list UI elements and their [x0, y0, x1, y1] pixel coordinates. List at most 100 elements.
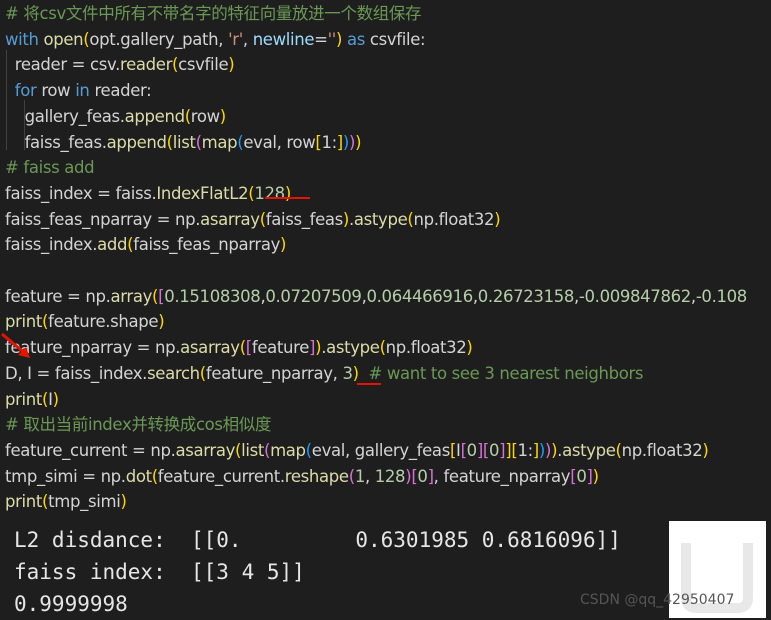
code-token-plain: feature_nparray, [205, 363, 343, 383]
code-token-plain: faiss_feas_nparray [133, 235, 281, 255]
code-token-func: astype [353, 209, 408, 229]
code-token-keyword: with [5, 29, 39, 49]
code-token-number: 0 [489, 440, 500, 460]
code-token-plain: , [242, 29, 253, 49]
code-line: # 将csv文件中所有不带名字的特征向量放进一个数组保存 [5, 1, 771, 26]
code-token-plain: tmp_simi = np. [5, 466, 126, 486]
code-token-bracket1: ) [52, 389, 59, 409]
code-line: faiss_index = faiss.IndexFlatL2(128) [5, 181, 771, 206]
code-line: feature_nparray = np.asarray([feature]).… [5, 335, 771, 360]
code-token-plain: eval, row [243, 132, 316, 152]
code-token-func: astype [562, 440, 616, 460]
code-token-number: 128 [254, 183, 285, 203]
code-token-plain: 1: [517, 440, 533, 460]
code-token-plain: row [190, 106, 220, 126]
code-token-plain: faiss_feas_nparray = np. [5, 209, 201, 229]
code-token-plain: csvfile: [369, 29, 426, 49]
code-token-func: IndexFlatL2 [156, 183, 249, 203]
code-token-bracket1: ) [284, 183, 291, 203]
code-token-bracket1: ) [280, 235, 287, 255]
code-token-plain: faiss_index. [5, 235, 98, 255]
code-token-number: -0.108 [695, 286, 747, 306]
code-token-comment: # 将csv文件中所有不带名字的特征向量放进一个数组保存 [5, 4, 422, 23]
code-token-keyword: for [14, 81, 37, 101]
code-token-plain: np.float32 [413, 209, 495, 229]
code-line: faiss_feas.append(list(map(eval, row[1:]… [5, 130, 771, 155]
code-line: # 取出当前index并转换成cos相似度 [5, 412, 771, 437]
terminal-line-faiss-index: faiss index: [[3 4 5]] [14, 560, 305, 584]
code-editor[interactable]: # 将csv文件中所有不带名字的特征向量放进一个数组保存 with open(op… [0, 0, 771, 514]
code-token-plain: np.float32 [385, 338, 467, 358]
code-token-comment: # 取出当前index并转换成cos相似度 [5, 415, 272, 435]
code-token-plain: feature_current. [157, 466, 285, 486]
code-token-plain: , [364, 466, 375, 486]
code-token-func: asarray [200, 209, 260, 229]
terminal-line-similarity: 0.9999998 [14, 592, 128, 616]
code-token-plain: csvfile [178, 55, 229, 75]
code-token-func: reader [120, 55, 173, 75]
terminal-line-l2-distance: L2 disdance: [[0. 0.6301985 0.6816096]] [14, 528, 621, 552]
code-token-number: 0 [576, 466, 587, 486]
annotation-underline-128 [265, 197, 310, 199]
code-token-func: reshape [284, 466, 349, 486]
code-token-number: 0.26723158 [477, 286, 575, 306]
code-token-func: print [5, 389, 43, 409]
code-token-bracket1: ) [120, 492, 127, 512]
code-token-number: 0 [417, 466, 428, 486]
code-token-plain: eval, gallery_feas [311, 440, 451, 460]
code-token-plain: np.float32 [621, 440, 703, 460]
code-token-func: map [201, 132, 238, 152]
code-line: print(feature.shape) [5, 309, 771, 334]
code-line: with open(opt.gallery_path, 'r', newline… [5, 27, 771, 52]
code-token-func: print [5, 492, 43, 512]
code-token-number: 128 [374, 466, 406, 486]
code-token-func: append [106, 132, 167, 152]
code-token-bracket1: ) [702, 440, 709, 460]
code-token-plain: faiss_index = faiss. [5, 183, 157, 203]
code-token-plain: feature.shape [48, 312, 159, 332]
code-token-number: 0.07207509 [265, 286, 362, 306]
code-token-func: array [110, 286, 153, 306]
code-token-plain: 1: [321, 132, 337, 152]
code-token-func: print [5, 312, 43, 332]
code-token-func: list [172, 132, 196, 152]
code-token-func: list [241, 440, 264, 460]
code-token-func: asarray [175, 440, 236, 460]
code-token-plain: reader: [89, 81, 152, 101]
code-line: print(tmp_simi) [5, 489, 771, 514]
code-token-func: search [147, 363, 200, 383]
code-token-number: 0.15108308 [164, 286, 261, 306]
code-line: tmp_simi = np.dot(feature_current.reshap… [5, 464, 771, 489]
code-token-plain: tmp_simi [48, 492, 121, 512]
code-token-func: asarray [180, 338, 240, 358]
code-token-func: astype [326, 338, 380, 358]
code-token-bracket1: ) [466, 338, 473, 358]
code-token-func: open [43, 29, 84, 49]
code-token-plain: feature_current = np. [5, 440, 176, 460]
code-line: reader = csv.reader(csvfile) [5, 52, 771, 77]
code-line: print(I) [5, 387, 771, 412]
code-token-plain: feature = np. [5, 286, 111, 306]
code-token-bracket1: ) [592, 466, 599, 486]
code-line: gallery_feas.append(row) [5, 104, 771, 129]
code-token-param: newline [252, 29, 315, 49]
code-token-plain: row [36, 81, 76, 101]
code-token-number: -0.009847862 [578, 286, 691, 306]
code-line: faiss_index.add(faiss_feas_nparray) [5, 232, 771, 257]
code-token-keyword: in [75, 81, 90, 101]
code-token-string: 'r' [228, 29, 243, 49]
code-token-bracket1: ) [355, 132, 362, 152]
code-token-comment: # want to see 3 nearest neighbors [358, 363, 644, 383]
code-token-bracket1: ) [228, 55, 235, 75]
code-token-plain: , feature_nparray [433, 466, 571, 486]
code-token-plain: reader = csv. [5, 55, 121, 75]
code-token-number: 3 [342, 363, 353, 383]
code-token-keyword: as [342, 29, 370, 49]
code-token-plain: D, I = faiss_index. [5, 363, 148, 383]
code-line: feature_current = np.asarray(list(map(ev… [5, 438, 771, 463]
code-token-bracket1: ) [158, 312, 165, 332]
code-line: # faiss add [5, 155, 771, 180]
code-line: faiss_feas_nparray = np.asarray(faiss_fe… [5, 207, 771, 232]
code-token-plain: gallery_feas. [5, 106, 125, 126]
